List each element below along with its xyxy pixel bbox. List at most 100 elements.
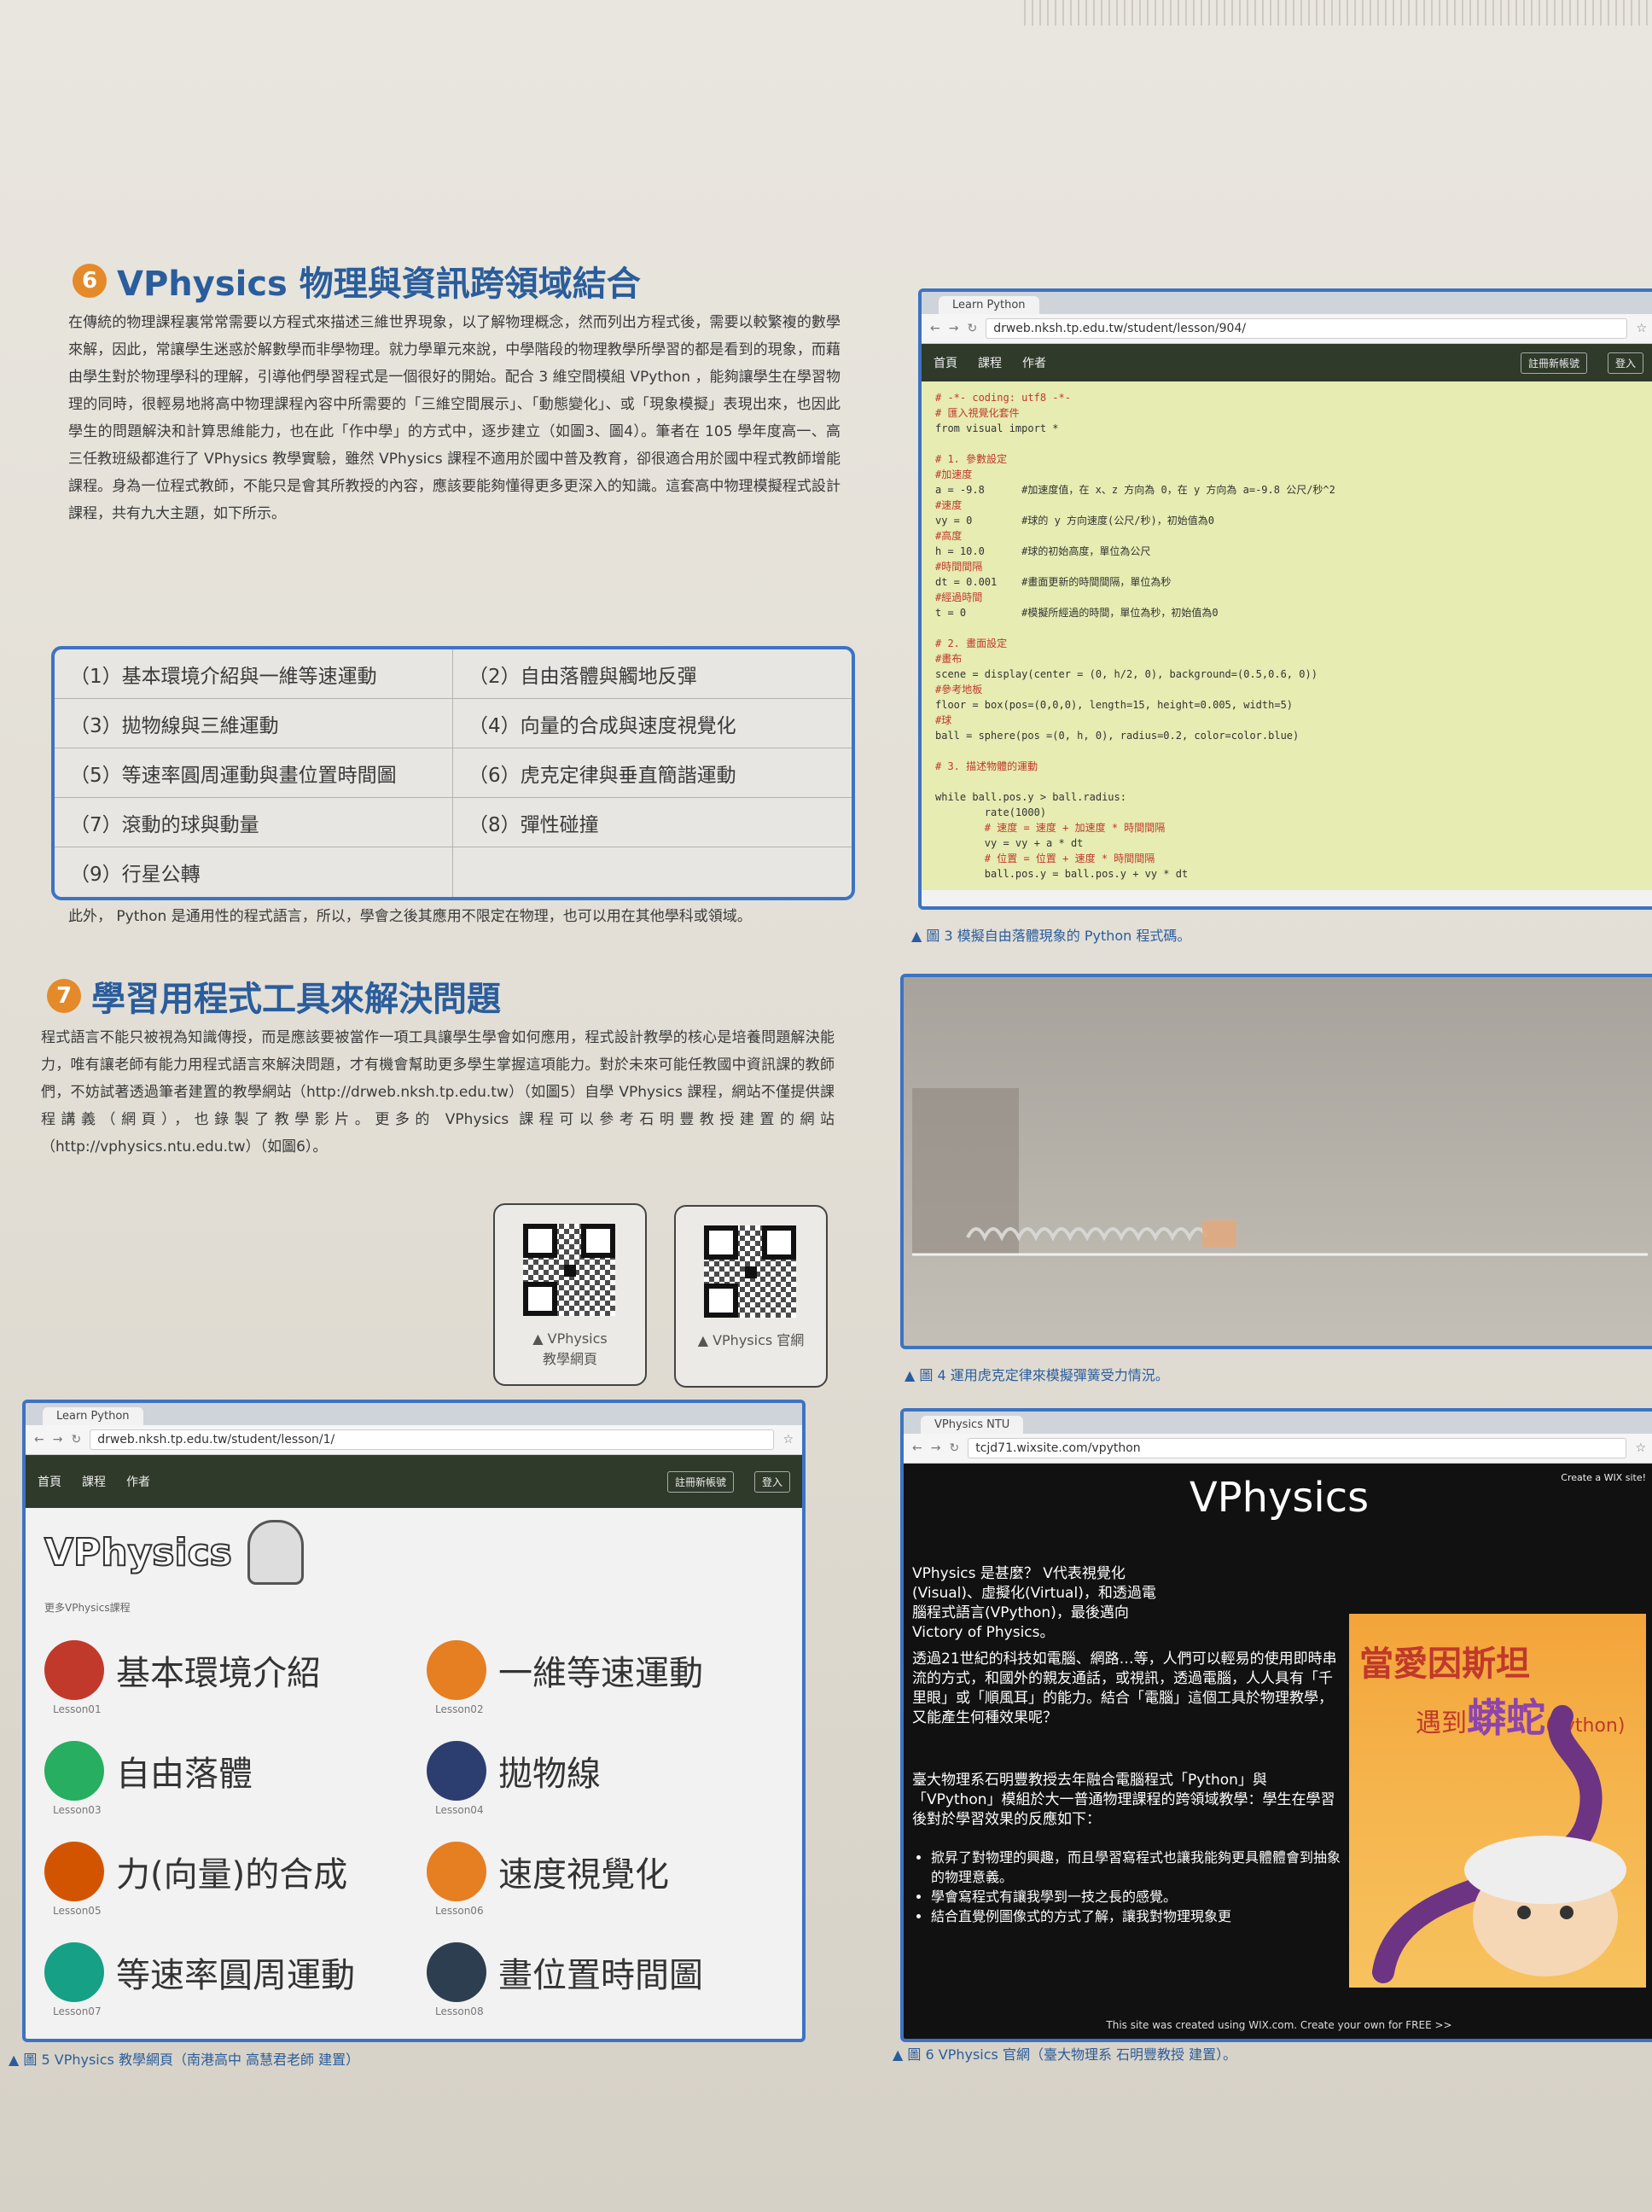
browser-tab-bar: VPhysics NTU (904, 1412, 1652, 1434)
nav-author[interactable]: 作者 (126, 1473, 150, 1490)
qr-label: ▲ VPhysics 教學網頁 (532, 1330, 608, 1367)
back-icon[interactable]: ← (34, 1433, 44, 1447)
reload-icon[interactable]: ↻ (967, 322, 977, 335)
code-line: #畫布 (935, 653, 963, 665)
star-icon[interactable]: ☆ (1635, 1441, 1646, 1455)
code-line: # 3. 描述物體的運動 (935, 760, 1038, 772)
url-field[interactable]: drweb.nksh.tp.edu.tw/student/lesson/1/ (90, 1429, 775, 1450)
forward-icon[interactable]: → (931, 1441, 941, 1455)
book-cover: 當愛因斯坦 遇到蟒蛇(Python) (1349, 1614, 1646, 1988)
code-line: #球 (935, 714, 952, 726)
nav-home[interactable]: 首頁 (38, 1473, 61, 1490)
site-paragraph-2: 透過21世紀的科技如電腦、網路…等，人們可以輕易的使用即時串流的方式，和國外的親… (912, 1650, 1337, 1726)
nav-courses[interactable]: 課程 (82, 1473, 106, 1490)
browser-tab[interactable]: Learn Python (43, 1407, 143, 1425)
star-icon[interactable]: ☆ (1636, 322, 1647, 335)
section-7-title: 學習用程式工具來解決問題 (91, 980, 501, 1019)
wall (912, 1088, 1019, 1254)
spring-simulation-graphic (912, 1088, 1648, 1256)
login-button[interactable]: 登入 (1607, 352, 1643, 374)
login-button[interactable]: 登入 (753, 1470, 790, 1493)
code-line: #高度 (935, 530, 963, 542)
url-field[interactable]: drweb.nksh.tp.edu.tw/student/lesson/904/ (986, 318, 1628, 339)
section-7-number: 7 (47, 979, 81, 1013)
section-6-number: 6 (73, 264, 107, 298)
back-icon[interactable]: ← (930, 322, 940, 335)
forward-icon[interactable]: → (53, 1433, 63, 1447)
code-line: ball = sphere(pos =(0, h, 0), radius=0.2… (935, 730, 1300, 742)
nav-courses[interactable]: 課程 (978, 354, 1002, 371)
lesson-grid: 基本環境介紹 Lesson01 一維等速運動 Lesson02 自由落體 Lesson… (44, 1620, 783, 2023)
topic-cell-empty (453, 847, 852, 897)
lesson-icon (427, 1640, 486, 1700)
lesson-card[interactable]: 速度視覺化 Lesson06 (427, 1821, 783, 1922)
lesson-card[interactable]: 自由落體 Lesson03 (44, 1720, 401, 1821)
code-line: rate(1000) (935, 806, 1047, 818)
einstein-snake-illustration (1372, 1705, 1626, 1983)
site-paragraph-3: 臺大物理系石明豐教授去年融合電腦程式「Python」與「VPython」模組於大… (912, 1772, 1335, 1828)
browser-tab[interactable]: Learn Python (939, 296, 1039, 314)
site-title: VPhysics (1189, 1474, 1370, 1522)
vphysics-official-site: Create a WIX site! VPhysics VPhysics 是甚麼… (904, 1464, 1652, 2039)
lesson-card[interactable]: 基本環境介紹 Lesson01 (44, 1620, 401, 1720)
code-line: ball.pos.y = ball.pos.y + vy * dt (935, 868, 1189, 880)
code-line: a = -9.8 #加速度值，在 x、z 方向為 0，在 y 方向為 a=-9.… (935, 484, 1335, 496)
bullet-item: 學會寫程式有讓我學到一技之長的感覺。 (931, 1887, 1349, 1906)
more-courses-label: 更多VPhysics課程 (44, 1602, 131, 1614)
lesson-card[interactable]: 拋物線 Lesson04 (427, 1720, 783, 1821)
register-button[interactable]: 註冊新帳號 (666, 1470, 734, 1493)
forward-icon[interactable]: → (949, 322, 959, 335)
qr-label: ▲ VPhysics 官網 (697, 1332, 805, 1348)
site-navbar: 首頁 課程 作者 註冊新帳號 登入 (922, 344, 1652, 381)
code-block: # -*- coding: utf8 -*- # 匯入視覺化套件 from visu… (922, 381, 1652, 890)
wix-footer[interactable]: This site was created using WIX.com. Cre… (904, 2019, 1652, 2031)
reload-icon[interactable]: ↻ (71, 1433, 81, 1447)
site-intro: VPhysics 是甚麼？ V代表視覺化(Visual)、虛擬化(Virtual… (912, 1565, 1156, 1641)
star-icon[interactable]: ☆ (782, 1433, 794, 1447)
back-icon[interactable]: ← (912, 1441, 922, 1455)
browser-tab[interactable]: VPhysics NTU (921, 1416, 1024, 1434)
after-topics-paragraph: 此外， Python 是通用性的程式語言，所以，學會之後其應用不限定在物理，也可… (68, 908, 752, 925)
address-bar: ← → ↻ drweb.nksh.tp.edu.tw/student/lesso… (26, 1425, 802, 1455)
reload-icon[interactable]: ↻ (949, 1441, 959, 1455)
section-6-title: VPhysics 物理與資訊跨領域結合 (117, 265, 641, 304)
address-bar: ← → ↻ tcjd71.wixsite.com/vpython ☆ (904, 1434, 1652, 1464)
nav-author[interactable]: 作者 (1022, 354, 1046, 371)
browser-tab-bar: Learn Python (26, 1403, 802, 1425)
lesson-icon (427, 1842, 486, 1901)
block (1202, 1220, 1236, 1248)
bullet-item: 結合直覺例圖像式的方式了解，讓我對物理現象更 (931, 1906, 1349, 1926)
section-7-paragraph: 程式語言不能只被視為知識傳授，而是應該要被當作一項工具讓學生學會如何應用，程式設… (41, 1029, 835, 1155)
code-line: scene = display(center = (0, h/2, 0), ba… (935, 668, 1318, 680)
topics-table: （1）基本環境介紹與一維等速運動 （2）自由落體與觸地反彈 （3）拋物線與三維運… (51, 646, 855, 900)
qr-code[interactable] (704, 1225, 796, 1318)
lesson-card[interactable]: 一維等速運動 Lesson02 (427, 1620, 783, 1720)
qr-code[interactable] (523, 1224, 615, 1316)
nav-home[interactable]: 首頁 (934, 354, 957, 371)
register-button[interactable]: 註冊新帳號 (1520, 352, 1587, 374)
url-field[interactable]: tcjd71.wixsite.com/vpython (968, 1438, 1627, 1458)
browser-tab-bar: Learn Python (922, 292, 1652, 314)
address-bar: ← → ↻ drweb.nksh.tp.edu.tw/student/lesso… (922, 314, 1652, 344)
code-line: while ball.pos.y > ball.radius: (935, 791, 1126, 803)
lesson-icon (44, 1942, 104, 2002)
code-line: #時間間隔 (935, 561, 983, 573)
topic-cell: （8）彈性碰撞 (453, 798, 852, 847)
code-line: # 1. 參數設定 (935, 453, 1008, 465)
code-line: # 匯入視覺化套件 (935, 407, 1020, 419)
code-line: floor = box(pos=(0,0,0), length=15, heig… (935, 699, 1294, 711)
lesson-card[interactable]: 畫位置時間圖 Lesson08 (427, 1922, 783, 2023)
lesson-icon (427, 1741, 486, 1801)
qr-card-teaching-site: ▲ VPhysics 教學網頁 (493, 1203, 647, 1386)
code-line: #經過時間 (935, 591, 983, 603)
code-line: # 位置 = 位置 + 速度 * 時間間隔 (935, 853, 1155, 864)
lesson-card[interactable]: 等速率圓周運動 Lesson07 (44, 1922, 401, 2023)
figure-4-simulation (900, 974, 1652, 1349)
topic-cell: （7）滾動的球與動量 (55, 798, 453, 847)
lesson-card[interactable]: 力(向量)的合成 Lesson05 (44, 1821, 401, 1922)
figure-5-browser: Learn Python ← → ↻ drweb.nksh.tp.edu.tw/… (22, 1400, 806, 2042)
topic-cell: （2）自由落體與觸地反彈 (453, 649, 852, 699)
